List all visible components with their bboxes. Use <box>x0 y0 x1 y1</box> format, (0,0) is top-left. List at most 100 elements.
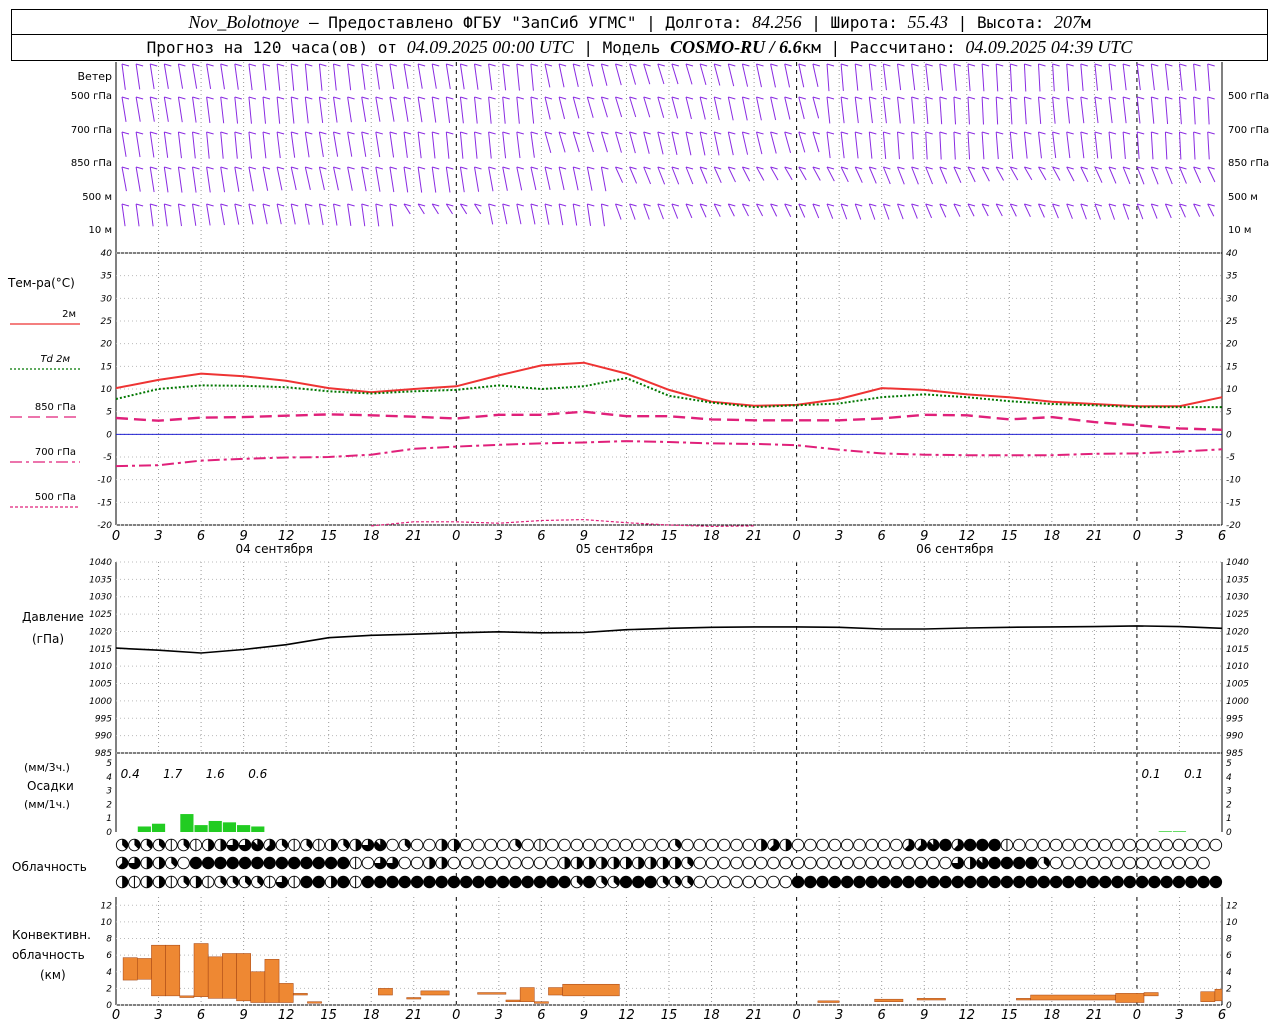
wind-barb <box>840 96 845 124</box>
precip-unit-1h: (мм/1ч.) <box>24 798 70 811</box>
wind-barb <box>643 96 651 118</box>
wind-barb-flag <box>150 131 158 135</box>
wind-barb-flag <box>460 96 468 100</box>
wind-barb <box>741 63 749 87</box>
cloud-symbol <box>1025 875 1038 889</box>
cloud-symbol-circle <box>791 875 805 889</box>
wind-barb <box>389 131 395 158</box>
wind-barb <box>347 96 352 123</box>
wind-barb-flag <box>305 131 313 135</box>
cloud-symbol <box>742 856 756 870</box>
cloud-symbol <box>128 875 141 889</box>
precip-ytick-right: 5 <box>1226 759 1232 769</box>
cloud-symbol <box>189 856 203 870</box>
pres-ytick-right: 1025 <box>1226 610 1249 620</box>
time-tick: 3 <box>154 529 162 544</box>
wind-barb <box>206 96 211 123</box>
cloud-symbol <box>546 856 559 870</box>
cloud-symbol <box>1123 856 1137 870</box>
temp-series-line <box>115 410 1223 431</box>
cloud-symbol <box>165 856 178 870</box>
cloud-symbol-circle <box>275 856 289 870</box>
wind-barb-flag <box>1179 131 1187 135</box>
precip-bar <box>194 825 208 832</box>
temp-ytick-left: -10 <box>97 476 112 486</box>
pres-ytick-right: 1005 <box>1226 680 1249 690</box>
cloud-symbol-circle <box>226 856 239 870</box>
wind-barb <box>248 63 253 91</box>
time-tick: 18 <box>703 529 720 544</box>
wind-barb-flag <box>474 131 482 135</box>
precip-ytick-right: 2 <box>1226 800 1232 810</box>
cloud-symbol <box>324 875 338 889</box>
cloud-symbol <box>656 875 670 889</box>
wind-barb <box>403 96 409 122</box>
wind-barb-flag <box>417 166 426 170</box>
precip-3h-value: 0.1 <box>1142 767 1161 781</box>
cloud-symbol-circle <box>337 856 350 870</box>
wind-barb <box>615 131 622 153</box>
cloud-symbol <box>595 875 608 889</box>
temp-ytick-left: 35 <box>101 272 113 282</box>
cloud-symbol <box>816 838 829 852</box>
cloud-symbol <box>312 856 326 870</box>
wind-barb-flag <box>1038 131 1046 135</box>
wind-barb-flag <box>996 131 1004 135</box>
cloud-symbol <box>877 875 891 889</box>
wind-barb <box>290 203 296 225</box>
cloud-symbol <box>1209 875 1223 889</box>
wind-barb <box>135 203 140 227</box>
wind-barb-flag <box>1122 96 1131 100</box>
cloud-symbol <box>816 875 829 889</box>
cloud-symbol <box>509 838 522 852</box>
conv-bar <box>292 993 308 996</box>
time-tick: 18 <box>363 529 380 544</box>
cloud-symbol <box>1037 856 1051 870</box>
wind-barb <box>741 96 748 121</box>
cloud-symbol-circle <box>373 875 387 889</box>
wind-barb <box>459 131 464 159</box>
conv-subtitle: облачность <box>12 948 85 962</box>
wind-barb-flag <box>770 96 778 100</box>
conv-title: Конвективн. <box>12 928 91 942</box>
cloud-symbol-fill <box>122 876 128 888</box>
wind-barb-flag <box>488 131 496 135</box>
wind-barb-flag <box>375 63 383 67</box>
temp-ytick-left: -15 <box>97 498 112 508</box>
wind-barb <box>1150 203 1158 219</box>
wind-barb <box>234 131 238 159</box>
cloud-symbol <box>890 875 903 889</box>
cloud-symbol <box>558 875 571 889</box>
temp-ytick-left: 10 <box>101 385 113 395</box>
wind-barb <box>488 63 493 91</box>
wind-barb-flag <box>939 131 947 135</box>
cloud-symbol <box>398 838 412 852</box>
conv-ytick-left: 12 <box>101 901 113 911</box>
wind-barb <box>431 166 437 193</box>
wind-barb <box>375 131 381 158</box>
wind-barb-flag <box>840 96 849 100</box>
wind-barb <box>685 63 693 85</box>
cloud-symbol <box>693 838 706 852</box>
temp-ytick-right: 40 <box>1226 249 1238 259</box>
time-tick-bottom: 18 <box>363 1008 380 1023</box>
wind-barb-flag <box>305 203 313 207</box>
wind-barb-flag <box>967 96 976 100</box>
conv-ytick-left: 2 <box>106 984 112 994</box>
pres-unit: (гПа) <box>32 632 64 646</box>
cloud-symbol-circle <box>1123 856 1137 870</box>
wind-barb <box>1052 96 1056 124</box>
wind-barb <box>953 166 962 184</box>
temp-ytick-right: -10 <box>1226 476 1241 486</box>
precip-bar <box>222 822 237 832</box>
cloud-symbol <box>533 875 547 889</box>
cloud-symbol-circle <box>214 856 227 870</box>
precip-3h-value: 0.4 <box>121 767 140 781</box>
wind-barb-flag <box>1066 96 1074 100</box>
cloud-symbol-circle <box>840 875 854 889</box>
temp-ytick-right: 25 <box>1226 317 1238 327</box>
wind-barb <box>488 96 492 124</box>
wind-barb-flag <box>460 131 468 135</box>
wind-barb-flag <box>601 166 609 170</box>
wind-barb-flag <box>1151 131 1159 135</box>
